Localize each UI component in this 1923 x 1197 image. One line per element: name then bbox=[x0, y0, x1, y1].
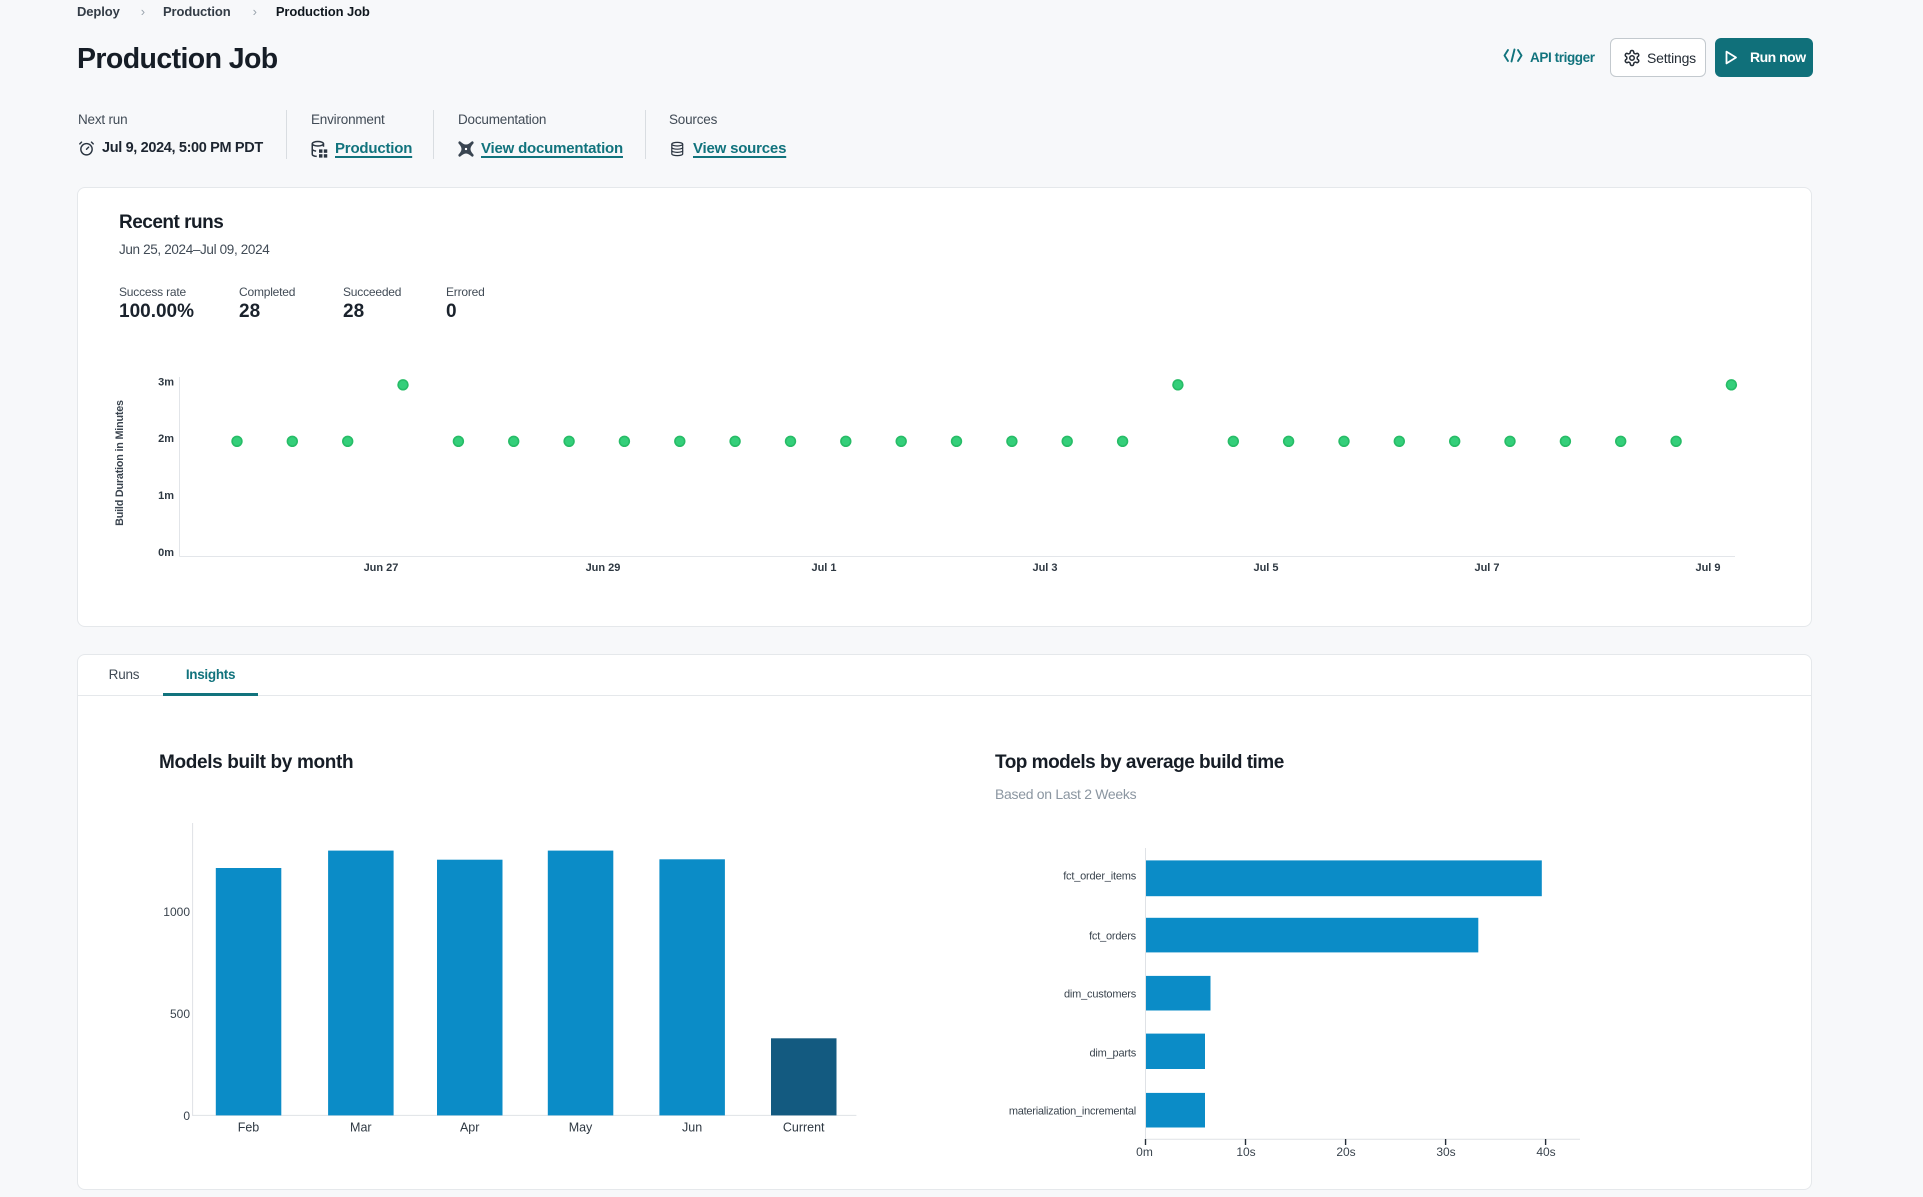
svg-text:dim_customers: dim_customers bbox=[1064, 989, 1137, 1001]
svg-text:fct_orders: fct_orders bbox=[1089, 931, 1137, 943]
svg-text:dim_parts: dim_parts bbox=[1090, 1048, 1137, 1060]
svg-text:1000: 1000 bbox=[163, 905, 190, 919]
svg-text:fct_order_items: fct_order_items bbox=[1063, 871, 1137, 883]
svg-text:Apr: Apr bbox=[460, 1121, 479, 1135]
svg-text:Mar: Mar bbox=[350, 1121, 372, 1135]
svg-text:30s: 30s bbox=[1436, 1145, 1455, 1159]
svg-text:Feb: Feb bbox=[238, 1121, 260, 1135]
svg-text:10s: 10s bbox=[1236, 1145, 1255, 1159]
svg-text:500: 500 bbox=[170, 1007, 190, 1021]
svg-text:20s: 20s bbox=[1336, 1145, 1355, 1159]
svg-text:materialization_incremental: materialization_incremental bbox=[1009, 1106, 1136, 1118]
svg-text:Jun: Jun bbox=[682, 1121, 702, 1135]
svg-text:40s: 40s bbox=[1536, 1145, 1555, 1159]
svg-text:0m: 0m bbox=[1136, 1145, 1153, 1159]
svg-text:Current: Current bbox=[783, 1121, 825, 1135]
svg-text:0: 0 bbox=[183, 1109, 190, 1123]
svg-text:May: May bbox=[569, 1121, 593, 1135]
